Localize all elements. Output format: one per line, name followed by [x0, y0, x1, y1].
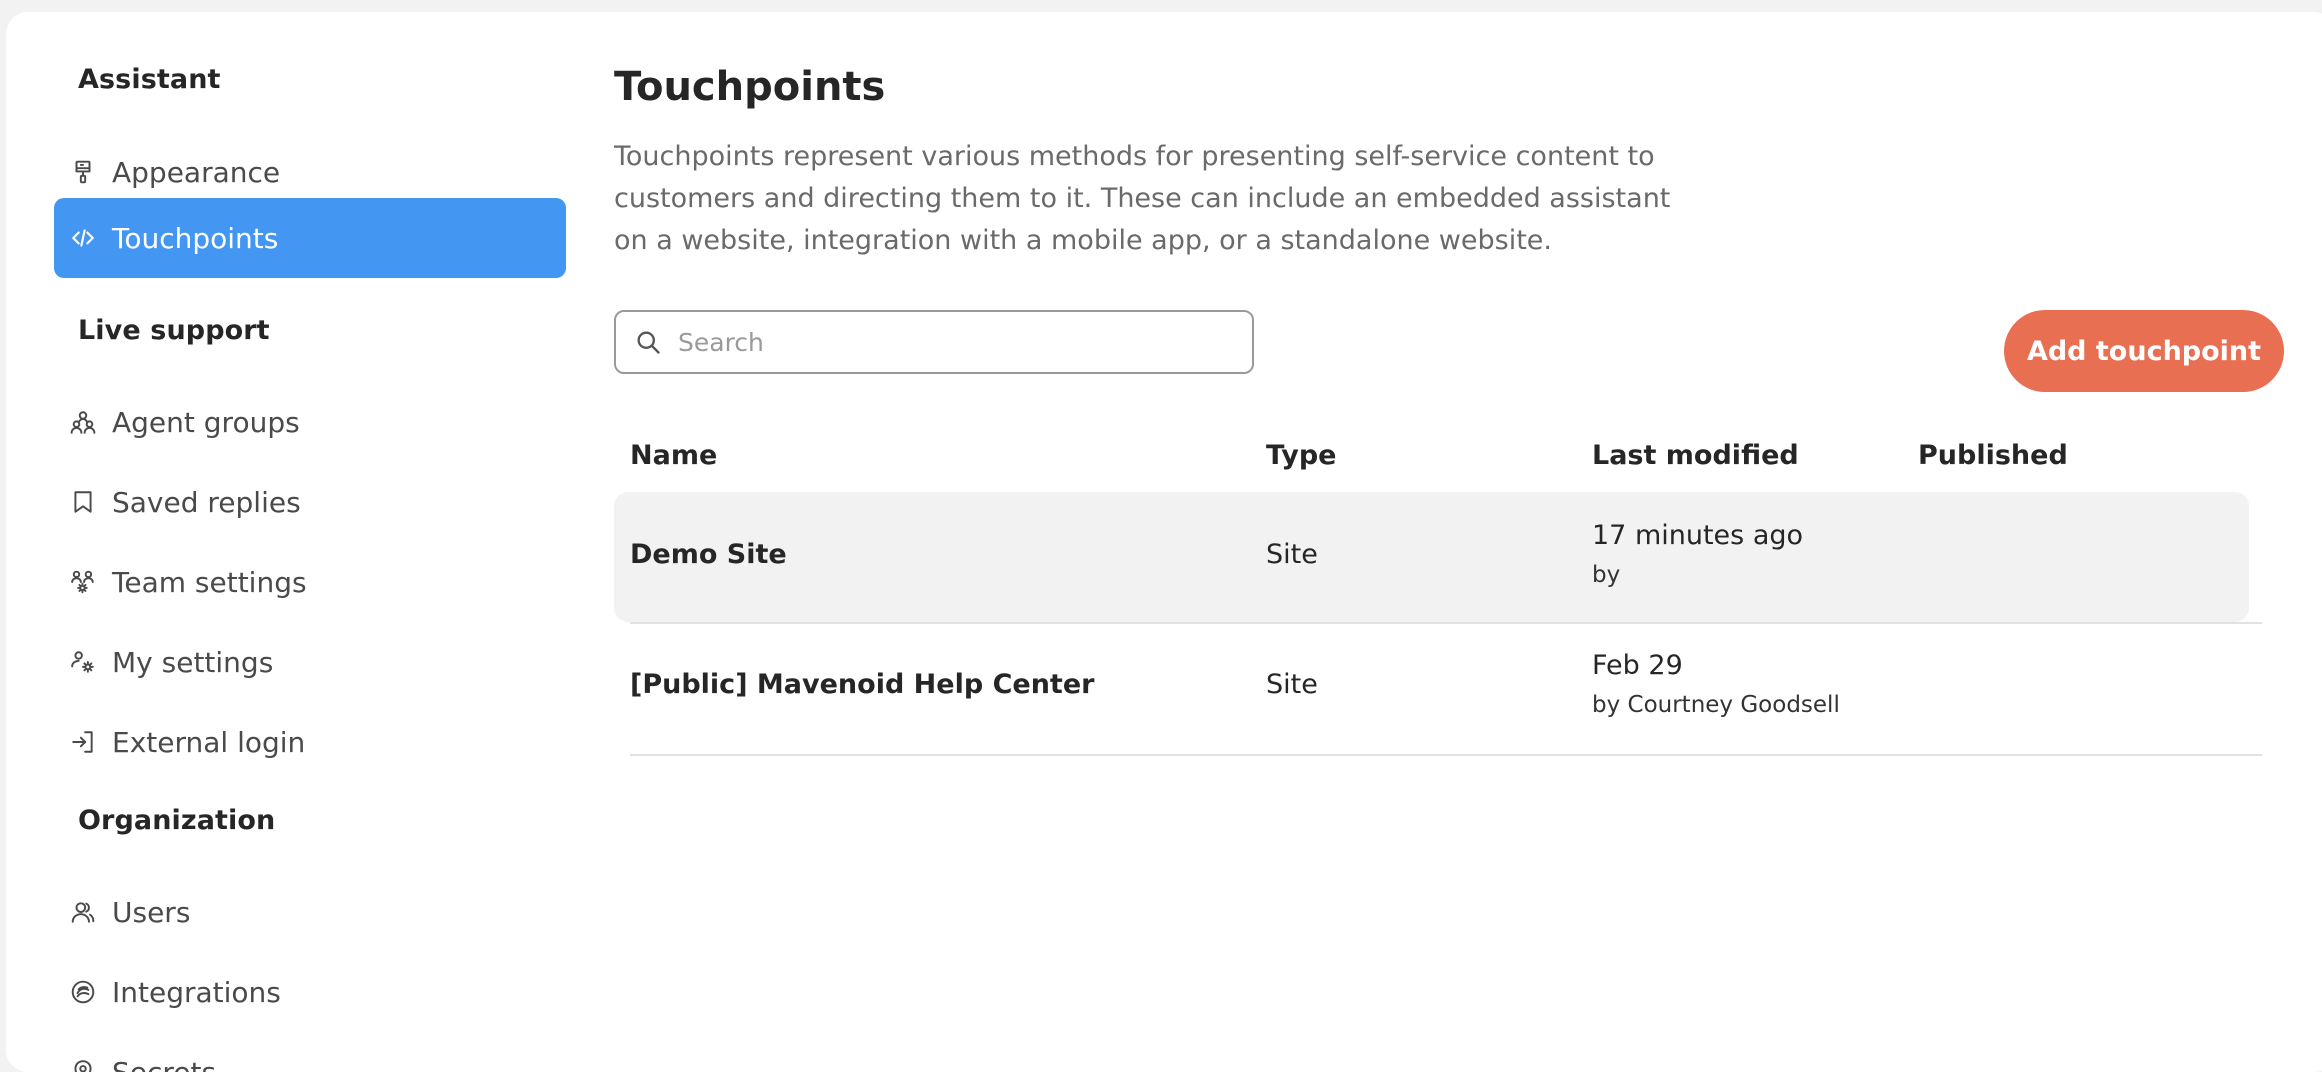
table-row[interactable]: Demo Site Site 17 minutes ago by — [614, 492, 2249, 622]
secrets-icon — [70, 1059, 96, 1072]
sidebar-item-label: Touchpoints — [112, 222, 278, 255]
section-title-assistant: Assistant — [78, 64, 221, 95]
search-icon — [634, 328, 662, 356]
sidebar-item-agent-groups[interactable]: Agent groups — [54, 382, 566, 462]
sidebar-item-my-settings[interactable]: My settings — [54, 622, 566, 702]
add-touchpoint-button[interactable]: Add touchpoint — [2004, 310, 2284, 392]
sidebar-item-label: Users — [112, 896, 190, 929]
column-header-last-modified[interactable]: Last modified — [1592, 440, 1799, 471]
sidebar-item-label: External login — [112, 726, 305, 759]
sidebar-item-users[interactable]: Users — [54, 872, 566, 952]
user-gear-icon — [70, 649, 96, 675]
section-title-live-support: Live support — [78, 315, 270, 346]
sidebar-item-saved-replies[interactable]: Saved replies — [54, 462, 566, 542]
paintbrush-icon — [70, 159, 96, 185]
search-input[interactable] — [676, 327, 1240, 358]
sidebar-item-label: Team settings — [112, 566, 307, 599]
row-divider — [630, 754, 2262, 756]
users-icon — [70, 899, 96, 925]
row-name[interactable]: Demo Site — [630, 539, 787, 570]
settings-sidebar: Assistant Appearance — [6, 12, 586, 1072]
sidebar-item-team-settings[interactable]: Team settings — [54, 542, 566, 622]
main-content: Touchpoints Touchpoints represent variou… — [614, 12, 2322, 1072]
sidebar-item-label: Appearance — [112, 156, 280, 189]
search-field[interactable] — [614, 310, 1254, 374]
row-last-modified: 17 minutes ago — [1592, 520, 1803, 551]
column-header-published[interactable]: Published — [1918, 440, 2068, 471]
sidebar-item-label: Agent groups — [112, 406, 300, 439]
sidebar-item-label: Secrets — [112, 1056, 216, 1072]
agent-group-icon — [70, 409, 96, 435]
page-description: Touchpoints represent various methods fo… — [614, 136, 1674, 262]
section-title-organization: Organization — [78, 805, 275, 836]
row-last-modified: Feb 29 — [1592, 650, 1683, 681]
sidebar-item-touchpoints[interactable]: Touchpoints — [54, 198, 566, 278]
code-icon — [70, 225, 96, 251]
row-modified-by: by Courtney Goodsell — [1592, 692, 1840, 718]
column-header-type[interactable]: Type — [1266, 440, 1336, 471]
sidebar-item-external-login[interactable]: External login — [54, 702, 566, 782]
row-type: Site — [1266, 669, 1318, 700]
sidebar-item-integrations[interactable]: Integrations — [54, 952, 566, 1032]
row-type: Site — [1266, 539, 1318, 570]
bookmark-icon — [70, 489, 96, 515]
row-name[interactable]: [Public] Mavenoid Help Center — [630, 669, 1094, 700]
sidebar-item-label: My settings — [112, 646, 273, 679]
team-gear-icon — [70, 569, 96, 595]
table-row[interactable]: [Public] Mavenoid Help Center Site Feb 2… — [614, 624, 2284, 754]
integrations-icon — [70, 979, 96, 1005]
page-title: Touchpoints — [614, 64, 885, 110]
login-icon — [70, 729, 96, 755]
sidebar-item-secrets[interactable]: Secrets — [54, 1032, 566, 1072]
sidebar-item-label: Integrations — [112, 976, 281, 1009]
row-modified-by: by — [1592, 562, 1620, 588]
sidebar-item-label: Saved replies — [112, 486, 301, 519]
app-window: Assistant Appearance — [6, 12, 2322, 1072]
column-header-name[interactable]: Name — [630, 440, 717, 471]
